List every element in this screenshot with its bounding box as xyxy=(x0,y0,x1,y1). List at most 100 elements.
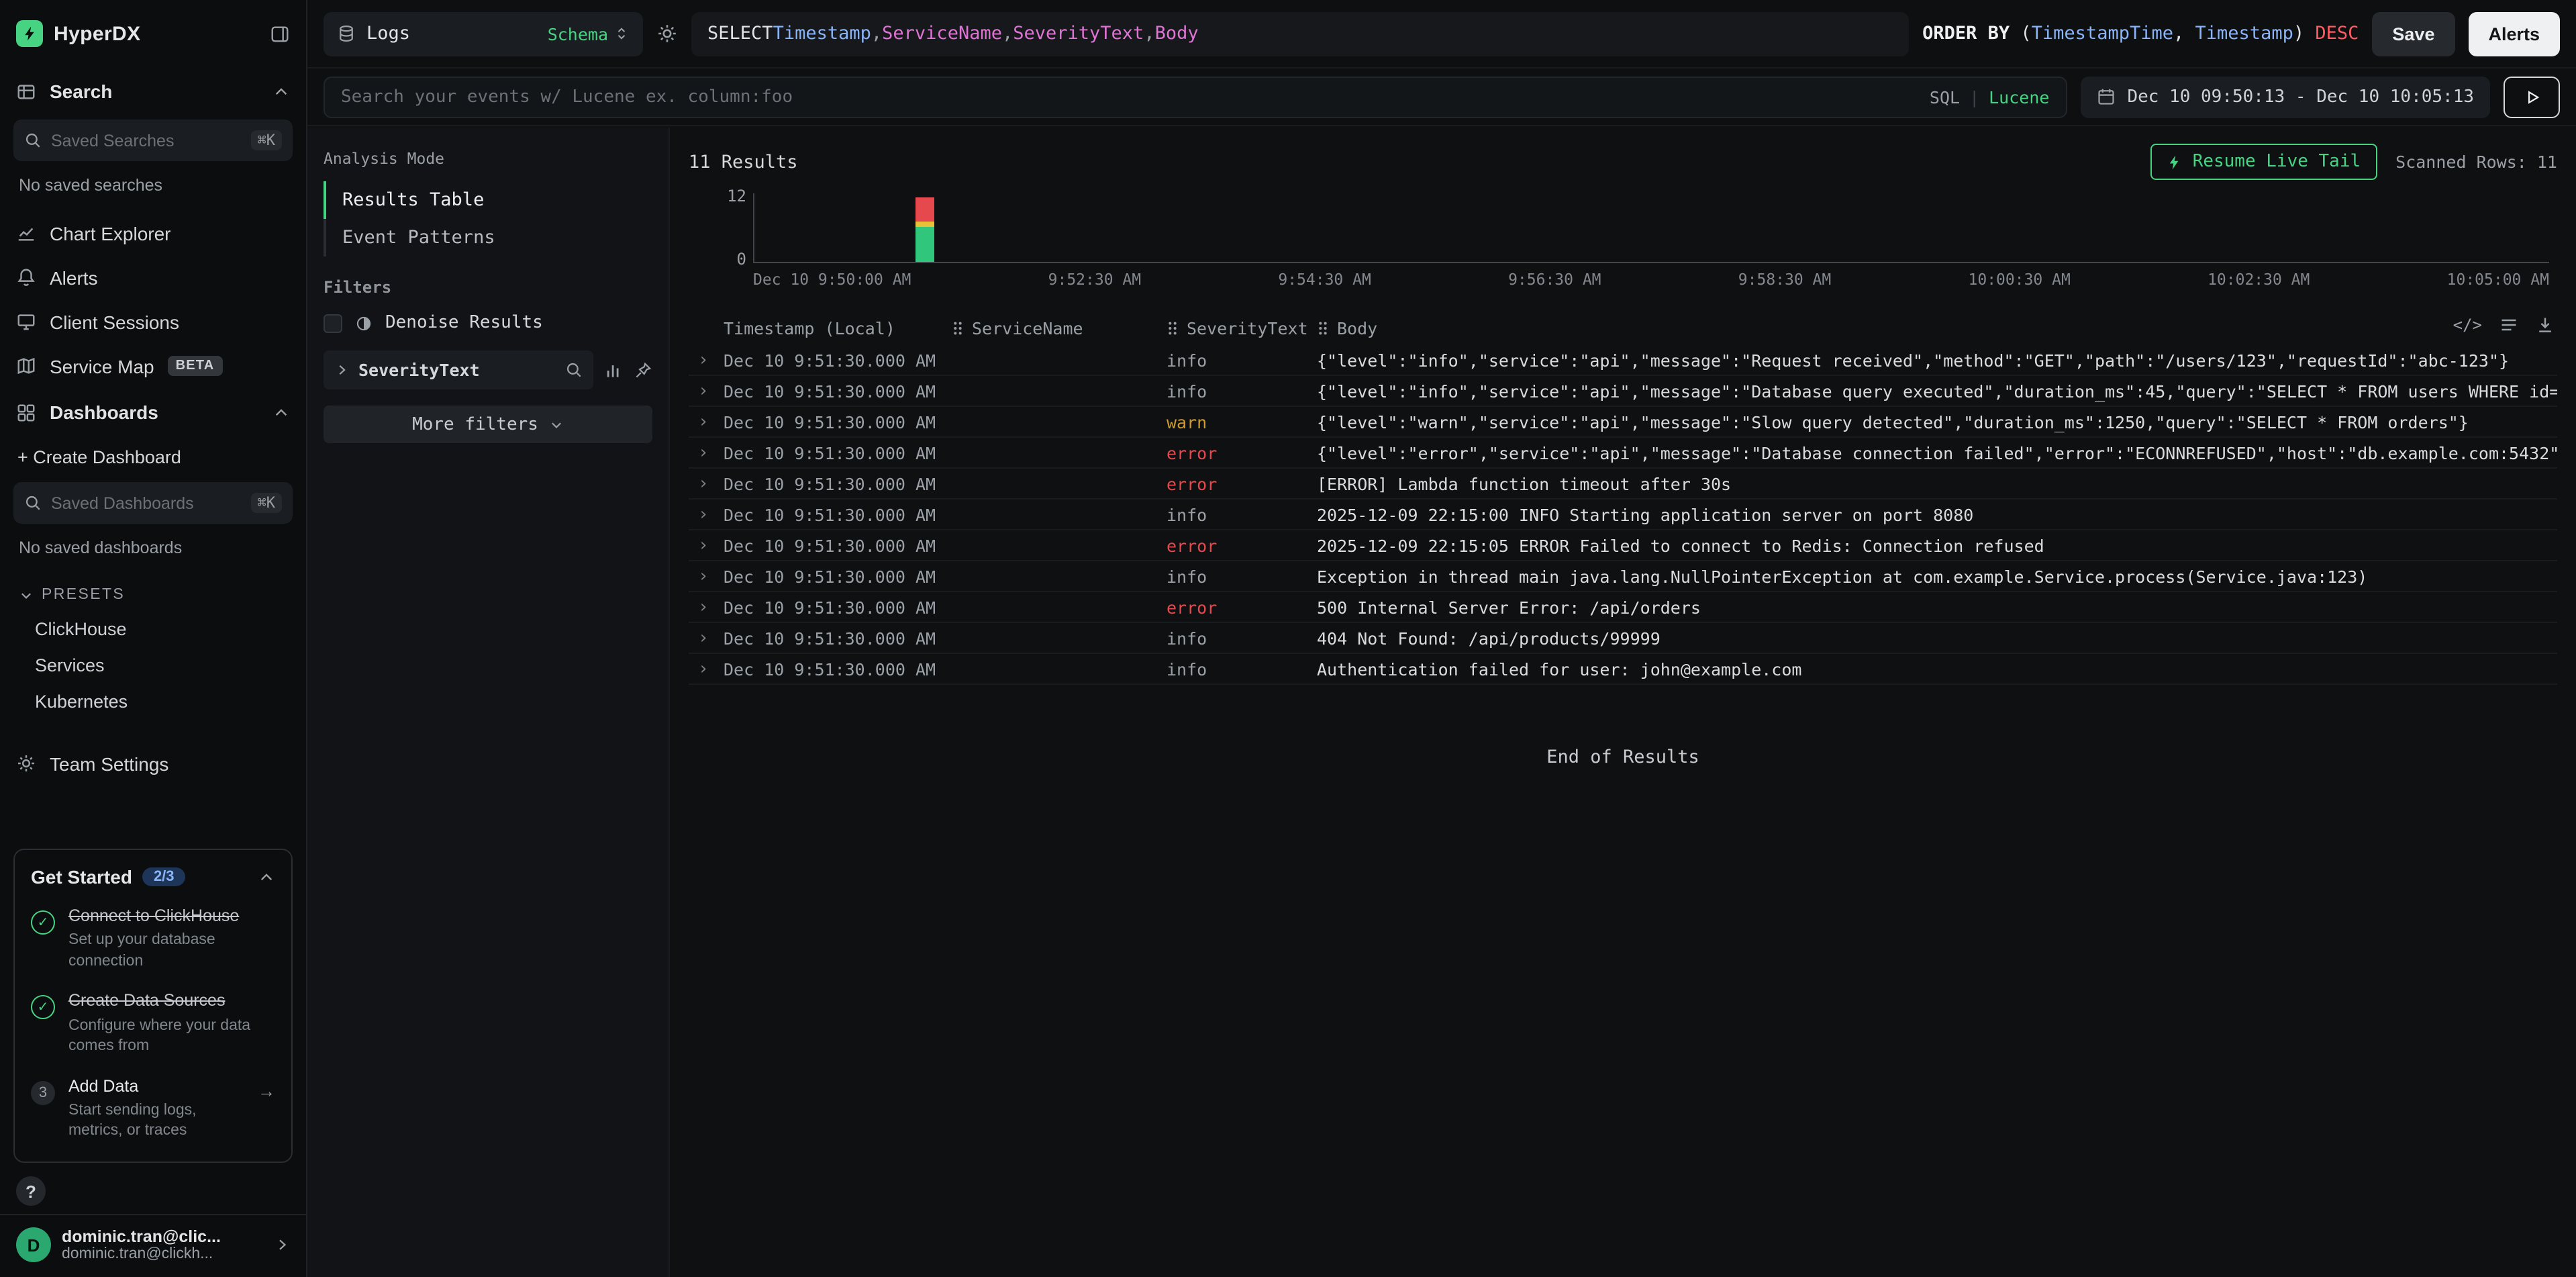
drag-handle-icon[interactable] xyxy=(952,320,964,335)
event-search-input[interactable] xyxy=(341,87,1919,107)
search-icon xyxy=(24,494,42,512)
sidebar-item-search[interactable]: Search xyxy=(0,67,306,115)
column-header-servicename[interactable]: ServiceName xyxy=(952,318,1167,338)
log-body: 2025-12-09 22:15:05 ERROR Failed to conn… xyxy=(1317,535,2557,555)
expand-row-icon[interactable] xyxy=(689,597,724,617)
sidebar-item-alerts[interactable]: Alerts xyxy=(0,255,306,299)
facet-search-icon[interactable] xyxy=(565,361,583,379)
help-button[interactable]: ? xyxy=(16,1176,46,1206)
sidebar-item-services-preset[interactable]: Services xyxy=(0,647,306,683)
analysis-mode-label: Analysis Mode xyxy=(324,149,652,168)
source-settings-gear-icon[interactable] xyxy=(656,23,678,44)
events-histogram[interactable]: 12 0 xyxy=(753,193,2549,263)
expand-row-icon[interactable] xyxy=(689,381,724,401)
expand-row-icon[interactable] xyxy=(689,566,724,586)
table-row[interactable]: Dec 10 9:51:30.000 AMinfo2025-12-09 22:1… xyxy=(689,500,2557,530)
sidebar-collapse-icon[interactable] xyxy=(270,23,290,44)
expand-row-icon[interactable] xyxy=(689,350,724,370)
column-header-body[interactable]: Body xyxy=(1317,318,2557,338)
event-search-bar[interactable]: SQL | Lucene xyxy=(324,76,2067,117)
end-of-results-text: End of Results xyxy=(689,747,2557,768)
table-row[interactable]: Dec 10 9:51:30.000 AMerror500 Internal S… xyxy=(689,592,2557,623)
table-row[interactable]: Dec 10 9:51:30.000 AMinfo{"level":"info"… xyxy=(689,345,2557,376)
get-started-item-create-data-sources[interactable]: ✓ Create Data Sources Configure where yo… xyxy=(31,990,275,1058)
tab-results-table[interactable]: Results Table xyxy=(326,181,652,219)
saved-searches-search[interactable]: ⌘K xyxy=(13,120,293,161)
pin-icon[interactable] xyxy=(634,361,652,379)
bar-segment-warn xyxy=(915,221,934,227)
sidebar-item-service-map[interactable]: Service Map BETA xyxy=(0,344,306,388)
facet-chart-icon[interactable] xyxy=(604,361,623,379)
sql-select-input[interactable]: SELECT Timestamp,ServiceName,SeverityTex… xyxy=(691,11,1909,56)
log-body: {"level":"info","service":"api","message… xyxy=(1317,381,2557,401)
create-dashboard-button[interactable]: + Create Dashboard xyxy=(0,436,306,478)
expand-row-icon[interactable] xyxy=(689,659,724,679)
code-view-icon[interactable]: </> xyxy=(2453,316,2482,334)
tab-event-patterns[interactable]: Event Patterns xyxy=(326,219,652,256)
chevron-down-icon xyxy=(19,587,34,602)
source-select[interactable]: Logs Schema xyxy=(324,11,643,56)
table-row[interactable]: Dec 10 9:51:30.000 AMinfo404 Not Found: … xyxy=(689,623,2557,654)
expand-row-icon[interactable] xyxy=(689,473,724,493)
download-icon[interactable] xyxy=(2536,316,2555,334)
resume-live-tail-button[interactable]: Resume Live Tail xyxy=(2151,144,2377,180)
expand-row-icon[interactable] xyxy=(689,535,724,555)
get-started-item-connect-clickhouse[interactable]: ✓ Connect to ClickHouse Set up your data… xyxy=(31,905,275,973)
log-body: Authentication failed for user: john@exa… xyxy=(1317,659,2557,679)
saved-dashboards-search[interactable]: ⌘K xyxy=(13,482,293,524)
table-row[interactable]: Dec 10 9:51:30.000 AMinfoAuthentication … xyxy=(689,654,2557,685)
expand-row-icon[interactable] xyxy=(689,442,724,463)
histogram-bar[interactable] xyxy=(915,198,934,262)
severity-badge: info xyxy=(1167,381,1317,401)
play-icon xyxy=(2523,88,2540,105)
drag-handle-icon[interactable] xyxy=(1317,320,1329,335)
get-started-item-title: Add Data xyxy=(68,1075,244,1097)
source-name: Logs xyxy=(366,23,410,44)
date-range-picker[interactable]: Dec 10 09:50:13 - Dec 10 10:05:13 xyxy=(2080,76,2490,117)
denoise-checkbox[interactable] xyxy=(324,314,342,332)
denoise-results-toggle[interactable]: Denoise Results xyxy=(324,313,652,333)
severity-facet[interactable]: SeverityText xyxy=(324,350,593,389)
sql-toggle[interactable]: SQL xyxy=(1930,87,1960,107)
severity-badge: info xyxy=(1167,504,1317,524)
drag-handle-icon[interactable] xyxy=(1167,320,1179,335)
table-row[interactable]: Dec 10 9:51:30.000 AMinfo{"level":"info"… xyxy=(689,376,2557,407)
table-row[interactable]: Dec 10 9:51:30.000 AMwarn{"level":"warn"… xyxy=(689,407,2557,438)
saved-searches-input[interactable] xyxy=(51,131,242,150)
alerts-button[interactable]: Alerts xyxy=(2468,11,2560,56)
log-body: 2025-12-09 22:15:00 INFO Starting applic… xyxy=(1317,504,2557,524)
expand-row-icon[interactable] xyxy=(689,412,724,432)
sidebar-item-team-settings[interactable]: Team Settings xyxy=(0,741,306,786)
more-filters-button[interactable]: More filters xyxy=(324,406,652,443)
table-row[interactable]: Dec 10 9:51:30.000 AMinfoException in th… xyxy=(689,561,2557,592)
get-started-item-text: Add Data Start sending logs, metrics, or… xyxy=(68,1075,244,1143)
column-header-severitytext[interactable]: SeverityText xyxy=(1167,318,1317,338)
table-row[interactable]: Dec 10 9:51:30.000 AMerror[ERROR] Lambda… xyxy=(689,469,2557,500)
get-started-item-add-data[interactable]: 3 Add Data Start sending logs, metrics, … xyxy=(31,1075,275,1143)
sidebar-item-clickhouse-preset[interactable]: ClickHouse xyxy=(0,611,306,647)
sidebar-item-client-sessions[interactable]: Client Sessions xyxy=(0,299,306,344)
saved-dashboards-input[interactable] xyxy=(51,493,242,512)
bar-segment-info xyxy=(915,227,934,262)
expand-row-icon[interactable] xyxy=(689,628,724,648)
lucene-toggle[interactable]: Lucene xyxy=(1989,87,2049,107)
run-query-button[interactable] xyxy=(2504,76,2560,117)
table-row[interactable]: Dec 10 9:51:30.000 AMerror{"level":"erro… xyxy=(689,438,2557,469)
sidebar-item-dashboards[interactable]: Dashboards xyxy=(0,388,306,436)
row-density-icon[interactable] xyxy=(2499,316,2518,334)
sidebar-footer: Get Started 2/3 ✓ Connect to ClickHouse … xyxy=(0,835,306,1277)
log-body: 500 Internal Server Error: /api/orders xyxy=(1317,597,2557,617)
sidebar-item-chart-explorer[interactable]: Chart Explorer xyxy=(0,211,306,255)
presets-toggle[interactable]: PRESETS xyxy=(0,573,306,611)
expand-row-icon[interactable] xyxy=(689,504,724,524)
user-menu[interactable]: D dominic.tran@clic... dominic.tran@clic… xyxy=(0,1214,306,1277)
save-button[interactable]: Save xyxy=(2372,11,2455,56)
sidebar-item-kubernetes-preset[interactable]: Kubernetes xyxy=(0,683,306,720)
analysis-panel: Analysis Mode Results Table Event Patter… xyxy=(307,128,670,1277)
orderby-paren: ) xyxy=(2293,23,2304,44)
severity-facet-row: SeverityText xyxy=(324,350,652,389)
column-header-timestamp[interactable]: Timestamp (Local) xyxy=(724,318,952,338)
get-started-header[interactable]: Get Started 2/3 xyxy=(31,866,275,888)
table-row[interactable]: Dec 10 9:51:30.000 AMerror2025-12-09 22:… xyxy=(689,530,2557,561)
sql-column: Timestamp xyxy=(773,23,871,44)
